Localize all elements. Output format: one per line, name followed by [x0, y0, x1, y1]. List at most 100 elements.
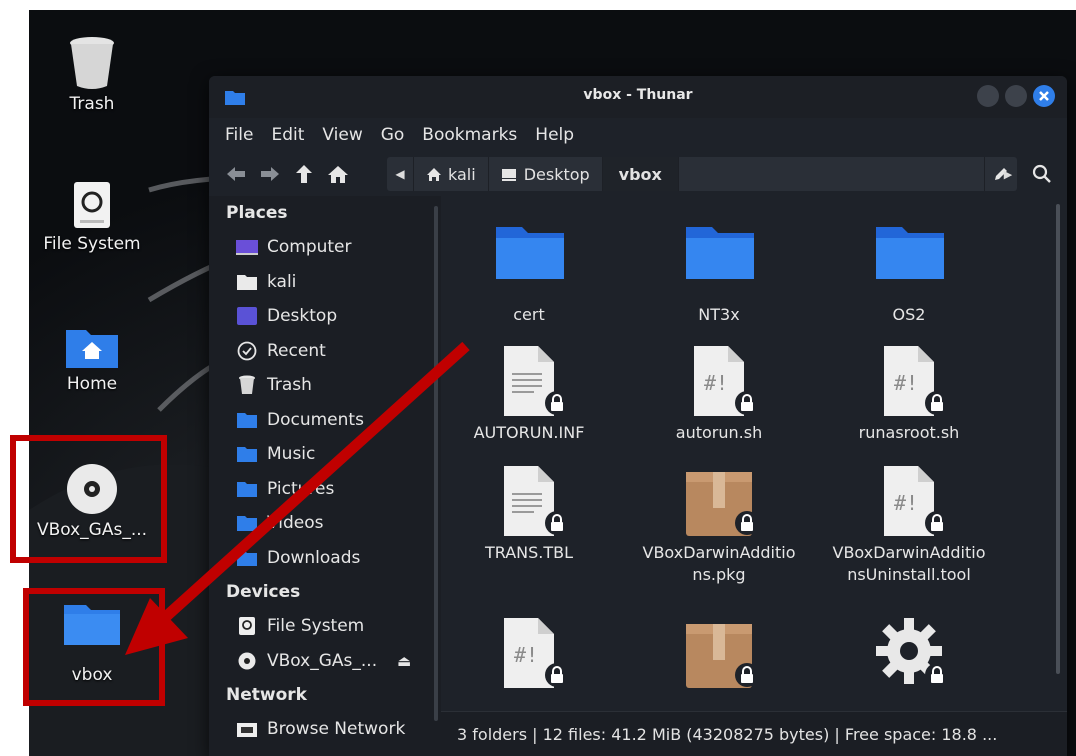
file-name: TRANS.TBL [484, 543, 574, 562]
sidebar-item-vbox-gas[interactable]: VBox_GAs_... ⏏ [209, 644, 441, 679]
up-button[interactable] [291, 161, 317, 187]
path-scroll-left-button[interactable]: ◀ [387, 157, 414, 191]
file-grid: cert NT3x OS2 AUTORUN.INF #! autorun.sh #! runa… [441, 196, 1067, 756]
file-name: NT3x [698, 305, 740, 324]
menu-help[interactable]: Help [535, 125, 574, 145]
menu-bar: File Edit View Go Bookmarks Help [209, 118, 1067, 152]
sidebar-item-file-system[interactable]: File System [209, 609, 441, 644]
menu-bookmarks[interactable]: Bookmarks [422, 125, 517, 145]
file-name: autorun.sh [675, 423, 763, 442]
home-icon [328, 166, 348, 183]
close-icon [1039, 91, 1049, 101]
content-scrollbar[interactable] [1056, 204, 1060, 674]
home-folder-icon [236, 273, 258, 291]
downloads-folder-icon [236, 549, 258, 567]
menu-go[interactable]: Go [381, 125, 405, 145]
documents-folder-icon [236, 411, 258, 429]
sidebar-item-documents[interactable]: Documents [209, 403, 441, 438]
sidebar-item-music[interactable]: Music [209, 437, 441, 472]
desktop-icon [501, 168, 516, 181]
thunar-window: vbox - Thunar File Edit View Go Bookmark… [209, 76, 1067, 756]
package-icon [684, 616, 759, 688]
home-button[interactable] [325, 161, 351, 187]
desktop-folder-icon [236, 307, 258, 326]
file-item[interactable]: OS2 [824, 224, 994, 326]
home-icon [427, 167, 441, 181]
file-item[interactable]: AUTORUN.INF [444, 344, 614, 444]
file-item[interactable] [634, 616, 804, 694]
desktop-icon-home[interactable]: Home [17, 326, 167, 394]
sidebar-item-trash[interactable]: Trash [209, 368, 441, 403]
sidebar-item-videos[interactable]: Videos [209, 506, 441, 541]
trash-icon [70, 37, 114, 89]
sidebar-header-devices: Devices [226, 582, 301, 602]
status-bar: 3 folders | 12 files: 41.2 MiB (43208275… [441, 711, 1067, 756]
sidebar-item-kali[interactable]: kali [209, 265, 441, 300]
arrow-left-icon [227, 167, 245, 181]
file-item[interactable]: #! [444, 616, 614, 694]
script-file-icon: #! [874, 344, 949, 416]
script-file-icon: #! [684, 344, 759, 416]
menu-edit[interactable]: Edit [271, 125, 304, 145]
eject-icon[interactable]: ⏏ [397, 652, 411, 670]
title-bar[interactable]: vbox - Thunar [209, 76, 1067, 118]
package-icon [684, 464, 759, 536]
path-scroll-right-button[interactable]: ▶ [995, 161, 1021, 187]
file-name: VBoxDarwinAdditio ns.pkg [642, 543, 796, 584]
file-item[interactable] [824, 616, 994, 694]
search-button[interactable] [1029, 161, 1055, 187]
optical-disc-icon [236, 652, 258, 670]
script-file-icon: #! [494, 616, 569, 688]
desktop-icon-file-system[interactable]: File System [17, 180, 167, 254]
file-name: cert [513, 305, 545, 324]
menu-file[interactable]: File [225, 125, 253, 145]
breadcrumb-desktop[interactable]: Desktop [489, 157, 603, 191]
sidebar-item-pictures[interactable]: Pictures [209, 472, 441, 507]
sidebar-item-computer[interactable]: Computer [209, 230, 441, 265]
drive-icon [236, 617, 258, 636]
computer-icon [236, 238, 258, 256]
file-name: OS2 [892, 305, 926, 324]
file-item[interactable]: #! autorun.sh [634, 344, 804, 444]
recent-clock-icon [236, 341, 258, 361]
script-file-icon: #! [874, 464, 949, 536]
folder-icon [494, 224, 564, 282]
back-button[interactable] [223, 161, 249, 187]
file-item[interactable]: cert [444, 224, 614, 326]
home-folder-icon [66, 330, 118, 368]
gear-icon [874, 616, 949, 687]
arrow-up-icon [296, 165, 312, 183]
sidebar: Places Computer kali Desktop Recent Tras… [209, 196, 441, 756]
file-item[interactable]: NT3x [634, 224, 804, 326]
path-empty-area[interactable] [679, 157, 984, 191]
maximize-button[interactable] [1005, 85, 1027, 107]
breadcrumb-kali[interactable]: kali [414, 157, 489, 191]
file-item[interactable]: VBoxDarwinAdditio ns.pkg [634, 464, 804, 586]
forward-button[interactable] [257, 161, 283, 187]
sidebar-scrollbar[interactable] [434, 206, 438, 721]
network-icon [236, 720, 258, 738]
file-item[interactable]: TRANS.TBL [444, 464, 614, 564]
videos-folder-icon [236, 514, 258, 532]
text-file-icon [494, 344, 569, 416]
highlight-box-vbox [23, 588, 165, 706]
desktop-icon-trash[interactable]: Trash [17, 36, 167, 114]
sidebar-item-downloads[interactable]: Downloads [209, 541, 441, 576]
sidebar-item-recent[interactable]: Recent [209, 334, 441, 369]
sidebar-item-browse-network[interactable]: Browse Network [209, 712, 441, 747]
file-item[interactable]: #! VBoxDarwinAdditio nsUninstall.tool [824, 464, 994, 586]
svg-text:#!: #! [894, 491, 918, 515]
highlight-box-vbox-gas [10, 435, 167, 563]
minimize-button[interactable] [977, 85, 999, 107]
file-item[interactable]: #! runasroot.sh [824, 344, 994, 444]
text-file-icon [494, 464, 569, 536]
close-button[interactable] [1033, 85, 1055, 107]
menu-view[interactable]: View [322, 125, 362, 145]
trash-icon [236, 375, 258, 395]
sidebar-item-desktop[interactable]: Desktop [209, 299, 441, 334]
drive-icon [74, 182, 110, 228]
pictures-folder-icon [236, 480, 258, 498]
file-name: VBoxDarwinAdditio nsUninstall.tool [832, 543, 986, 584]
breadcrumb-vbox[interactable]: vbox [602, 157, 679, 191]
folder-icon [684, 224, 754, 282]
